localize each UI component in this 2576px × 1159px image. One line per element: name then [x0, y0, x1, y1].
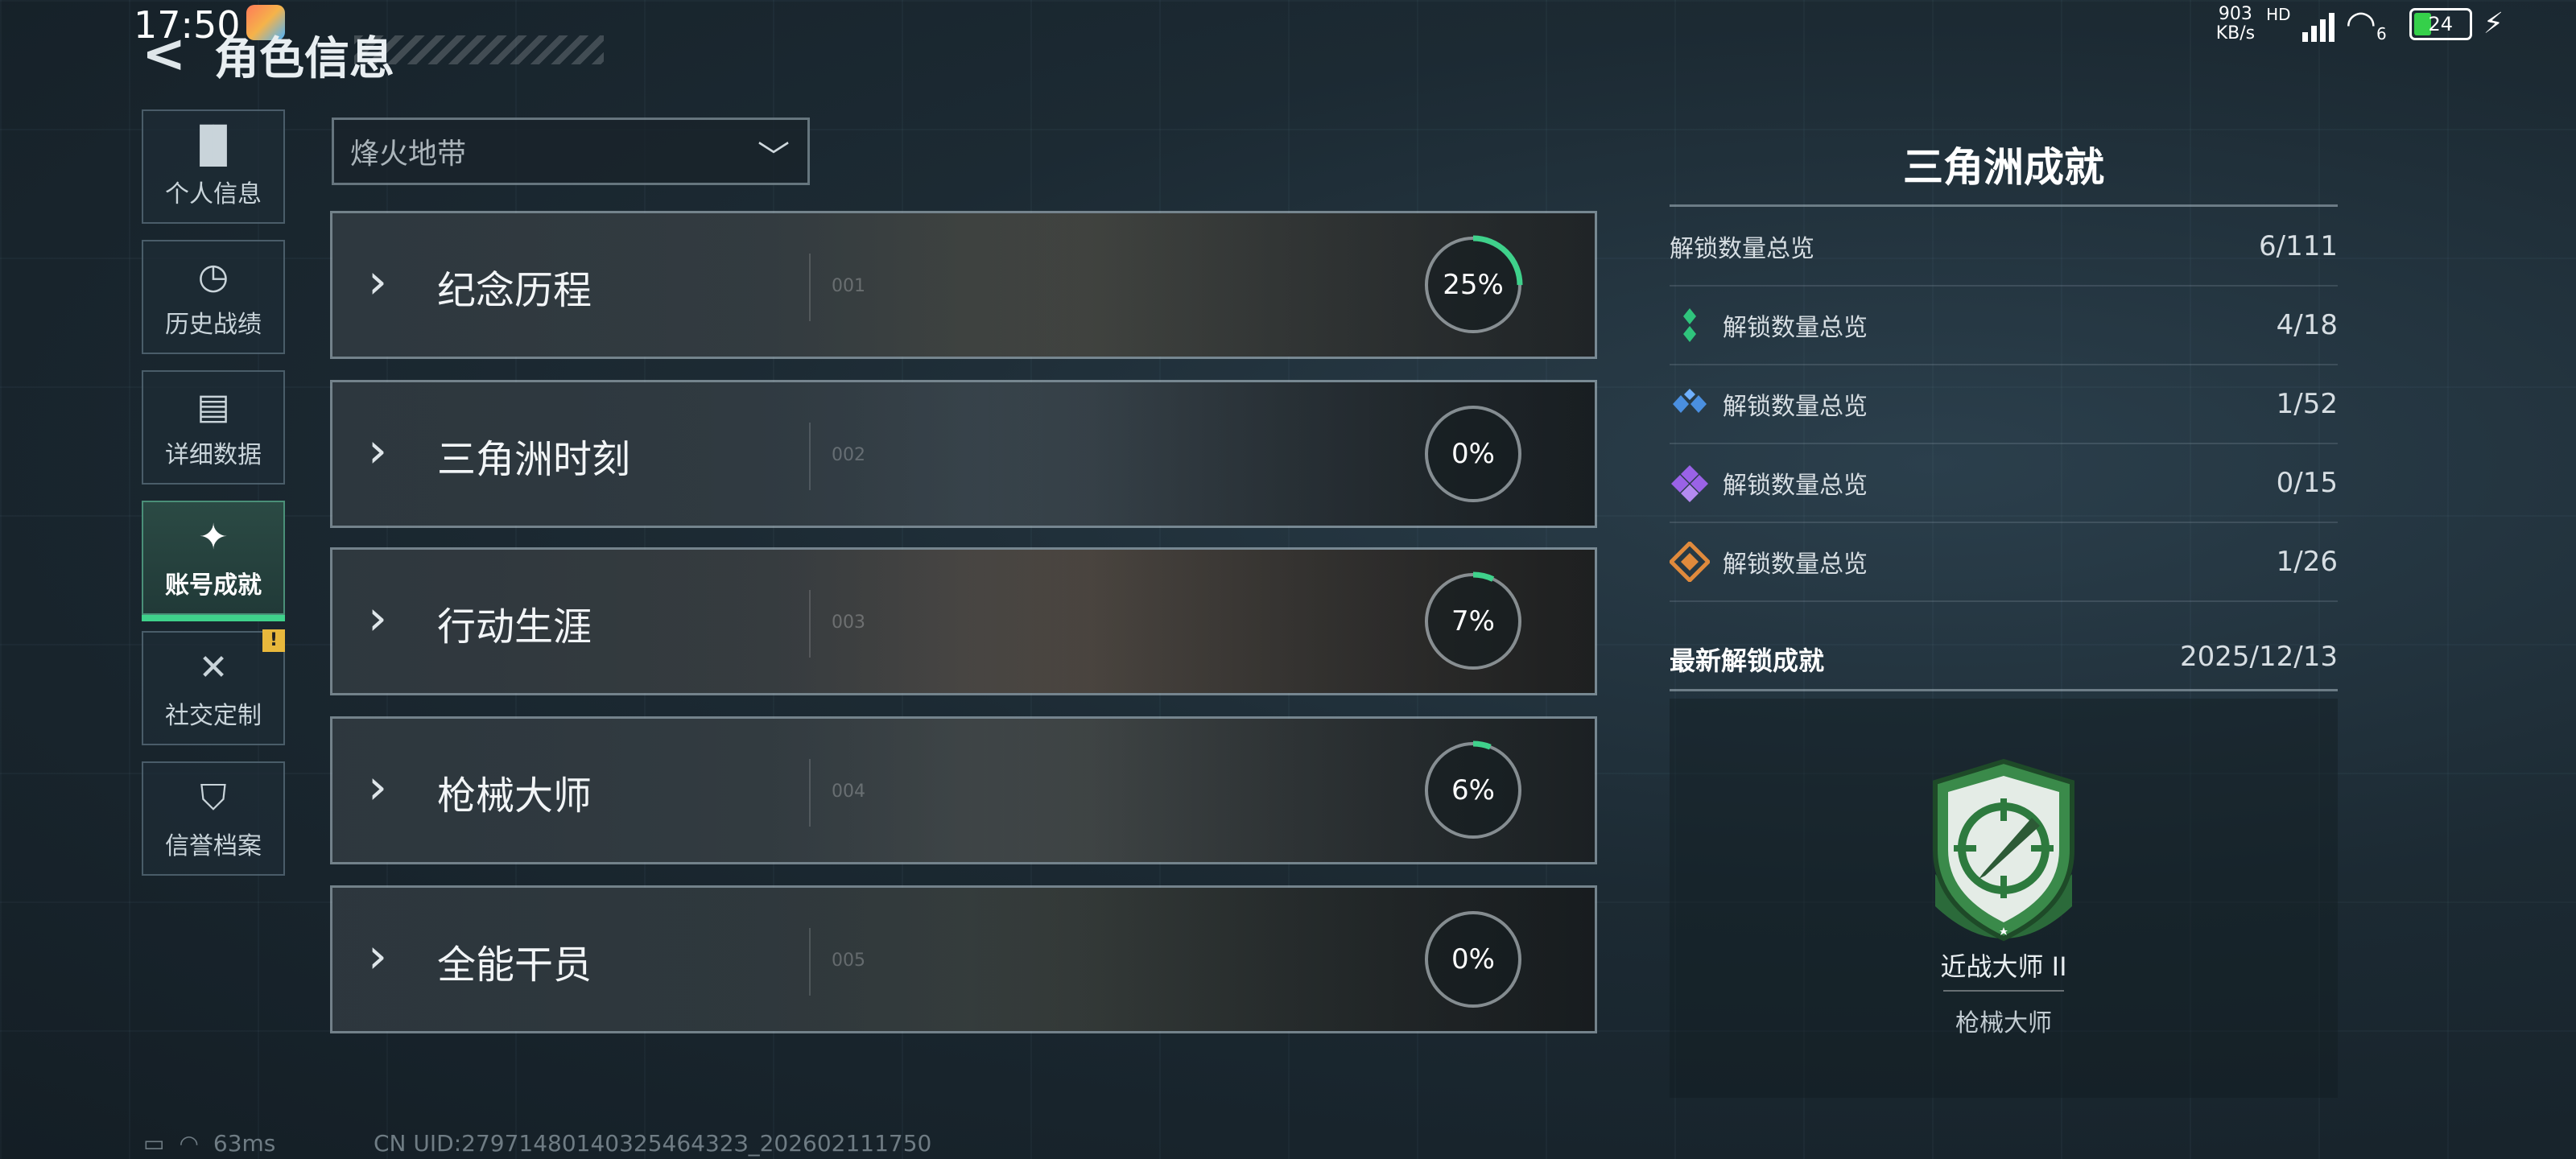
blue-gem-icon [1673, 389, 1707, 413]
wifi-small-icon: ◠ [179, 1130, 199, 1157]
mode-select-value: 烽火地带 [350, 138, 467, 171]
hd-label: HD [2266, 4, 2291, 24]
category-card[interactable]: › 纪念历程 001 25% [330, 211, 1597, 359]
sidebar-item-social[interactable]: ✕ 社交定制 ! [142, 629, 285, 745]
alert-badge: ! [262, 629, 285, 652]
battery-icon: 24 [2409, 7, 2472, 40]
wifi-icon: ◠ [2345, 3, 2376, 44]
chevron-right-icon: › [368, 590, 387, 646]
category-index: 002 [832, 445, 865, 465]
sidebar-item-history[interactable]: ◷ 历史战绩 [142, 240, 285, 354]
category-index: 001 [832, 276, 865, 296]
charging-icon: ⚡ [2483, 7, 2504, 40]
sidebar: ▐▌ 个人信息 ◷ 历史战绩 ▤ 详细数据 ✦ 账号成就 ✕ 社交定制 ! ⛉ … [142, 109, 288, 892]
chevron-right-icon: › [368, 928, 387, 984]
wrench-cross-icon: ✕ [198, 647, 229, 688]
user-uid: CN UID:2797148014032546432З_202602111750 [374, 1130, 932, 1157]
folder-icon: ▤ [196, 386, 230, 427]
category-name: 全能干员 [437, 942, 592, 988]
wifi-sub: 6 [2376, 23, 2387, 43]
sidebar-item-achievements[interactable]: ✦ 账号成就 [142, 501, 285, 621]
sidebar-item-details[interactable]: ▤ 详细数据 [142, 370, 285, 485]
achievement-name: 近战大师 II [1940, 951, 2067, 982]
tier-label: 解锁数量总览 [1723, 551, 1868, 579]
mode-select[interactable]: 烽火地带 ﹀ [332, 118, 810, 185]
clock-history-icon: ◷ [197, 256, 229, 297]
tier-value: 1/26 [2276, 546, 2338, 578]
chevron-right-icon: › [368, 254, 387, 310]
progress-percent: 7% [1451, 605, 1495, 637]
panel-divider [1670, 689, 2338, 691]
latest-unlock-label: 最新解锁成就 [1670, 645, 1825, 676]
progress-percent: 0% [1451, 438, 1495, 470]
latest-unlock-date: 2025/12/13 [2180, 641, 2338, 673]
connection-status: ▭ ◠ 63ms [143, 1130, 275, 1157]
orange-gem-icon [1670, 542, 1710, 582]
category-card[interactable]: › 全能干员 005 0% [330, 885, 1597, 1033]
category-index: 003 [832, 612, 865, 633]
tier-value: 0/15 [2276, 467, 2338, 499]
ping-value: 63ms [213, 1130, 276, 1157]
net-speed: 903 KB/s [2215, 3, 2256, 43]
category-index: 005 [832, 951, 865, 971]
progress-percent: 0% [1451, 943, 1495, 975]
tier-value: 4/18 [2276, 309, 2338, 341]
battery-small-icon: ▭ [143, 1130, 165, 1157]
unlock-total-label: 解锁数量总览 [1670, 235, 1814, 263]
tier-label: 解锁数量总览 [1723, 314, 1868, 342]
category-name: 三角洲时刻 [437, 437, 631, 482]
unlock-total-value: 6/111 [2259, 230, 2338, 262]
tier-row: 解锁数量总览 1/52 [1670, 365, 2338, 444]
melee-master-badge-icon [1933, 758, 2074, 942]
achievement-category: 枪械大师 [1955, 1009, 2052, 1037]
progress-percent: 25% [1443, 269, 1504, 301]
tier-row: 解锁数量总览 0/15 [1670, 444, 2338, 523]
panel-divider [1670, 204, 2338, 207]
title-stripe-decoration [354, 35, 604, 64]
chevron-right-icon: › [368, 759, 387, 815]
signal-icon [2301, 6, 2334, 42]
tier-label: 解锁数量总览 [1723, 472, 1868, 500]
bar-chart-icon: ▐▌ [186, 126, 241, 167]
category-card[interactable]: › 三角洲时刻 002 0% [330, 380, 1597, 528]
category-card[interactable]: › 行动生涯 003 7% [330, 547, 1597, 695]
category-card[interactable]: › 枪械大师 004 6% [330, 716, 1597, 864]
progress-percent: 6% [1451, 774, 1495, 806]
sidebar-item-reputation[interactable]: ⛉ 信誉档案 [142, 761, 285, 876]
tier-row: 解锁数量总览 4/18 [1670, 287, 2338, 365]
sidebar-item-profile[interactable]: ▐▌ 个人信息 [142, 109, 285, 224]
category-name: 纪念历程 [437, 268, 592, 313]
status-indicators: 903 KB/s HD ◠ 6 24 ⚡ [2216, 3, 2504, 44]
green-gem-icon [1683, 308, 1696, 342]
category-index: 004 [832, 782, 865, 802]
tier-label: 解锁数量总览 [1723, 393, 1868, 421]
panel-title: 三角洲成就 [1903, 144, 2104, 191]
shield-badge-icon: ⛉ [200, 777, 227, 819]
achievement-star-icon: ✦ [198, 517, 229, 558]
category-name: 行动生涯 [437, 604, 592, 650]
chevron-right-icon: › [368, 423, 387, 479]
tier-value: 1/52 [2276, 388, 2338, 420]
unlock-total-row: 解锁数量总览 6/111 [1670, 208, 2338, 287]
tier-row: 解锁数量总览 1/26 [1670, 523, 2338, 602]
purple-gem-icon [1671, 465, 1708, 502]
chevron-down-icon: ﹀ [758, 139, 790, 176]
back-arrow-icon[interactable]: < [142, 23, 186, 85]
category-name: 枪械大师 [437, 773, 592, 819]
